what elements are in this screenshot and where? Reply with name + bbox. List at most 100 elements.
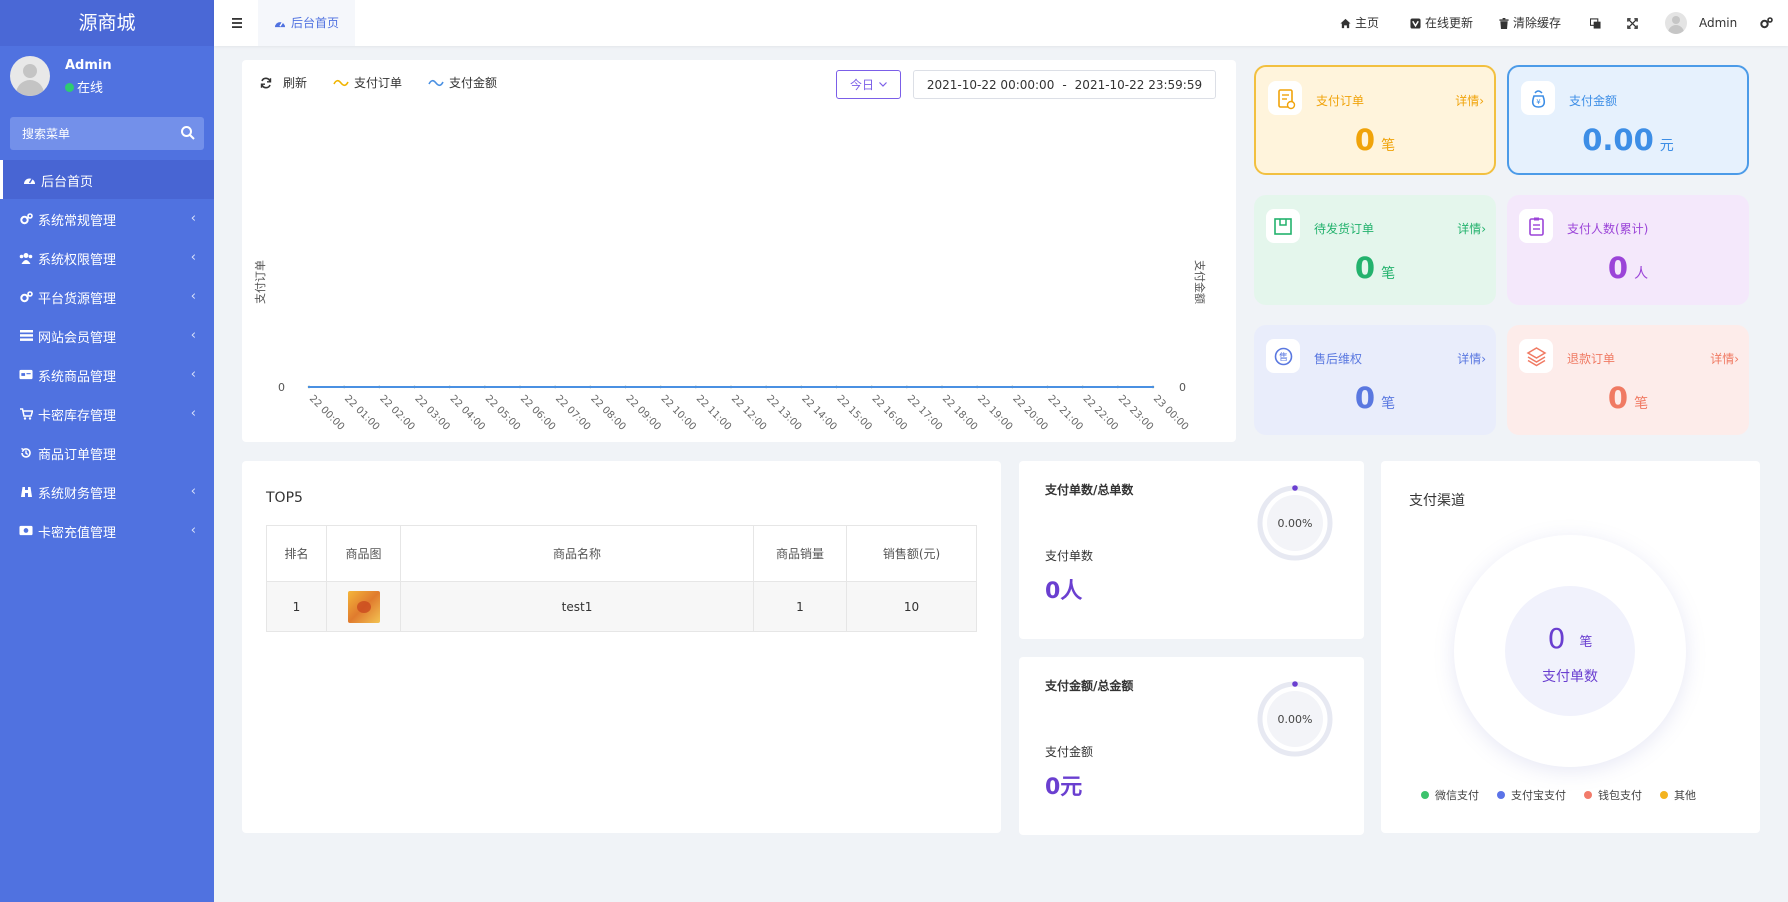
x-tick-label: 22 22:00 — [1081, 393, 1120, 432]
sidebar: 源商城 Admin 在线 后台首页 系统常规管理 ‹ 系统权限管理 ‹ 平台货源… — [0, 0, 214, 902]
x-tick-label: 22 11:00 — [694, 393, 733, 432]
cell-image — [326, 581, 401, 632]
stat-value: 0人 — [1507, 251, 1749, 285]
search-icon[interactable] — [180, 125, 196, 141]
menu-search — [10, 117, 204, 150]
data-point — [1116, 385, 1120, 389]
language-button[interactable] — [1590, 0, 1601, 46]
sidebar-item-orders[interactable]: 商品订单管理 — [0, 433, 214, 472]
sidebar-item-finance[interactable]: 系统财务管理 ‹ — [0, 472, 214, 511]
fullscreen-icon — [1627, 17, 1638, 29]
sidebar-item-label: 商品订单管理 — [38, 448, 117, 463]
column-header: 排名 — [266, 525, 327, 582]
progress-ring: 0.00% — [1257, 681, 1333, 757]
x-tick-label: 22 18:00 — [940, 393, 979, 432]
chevron-left-icon: ‹ — [190, 289, 196, 304]
stat-unit: 笔 — [1381, 266, 1396, 282]
sidebar-item-sources[interactable]: 平台货源管理 ‹ — [0, 277, 214, 316]
stat-card: 支付人数(累计) 0人 — [1507, 195, 1749, 305]
sidebar-item-members[interactable]: 网站会员管理 ‹ — [0, 316, 214, 355]
legend-item[interactable]: 支付宝支付 — [1497, 787, 1566, 803]
admin-menu[interactable]: Admin — [1665, 0, 1737, 46]
user-panel: Admin 在线 — [0, 46, 214, 110]
online-update-link[interactable]: 在线更新 — [1410, 0, 1473, 46]
sidebar-item-recharge[interactable]: 卡密充值管理 ‹ — [0, 511, 214, 550]
ratio-label: 支付金额 — [1045, 745, 1094, 759]
sidebar-item-general[interactable]: 系统常规管理 ‹ — [0, 199, 214, 238]
stat-unit: 笔 — [1634, 396, 1649, 412]
legend-label: 支付宝支付 — [1511, 789, 1566, 802]
settings-button[interactable] — [1760, 0, 1773, 46]
x-tick-label: 22 05:00 — [483, 393, 522, 432]
table-row[interactable]: 1 test1 1 10 — [266, 581, 977, 632]
stat-detail-link[interactable]: 详情› — [1457, 350, 1486, 367]
cogs-icon — [19, 212, 33, 225]
data-point — [729, 385, 733, 389]
update-icon — [1410, 17, 1421, 29]
home-link[interactable]: 主页 — [1340, 0, 1379, 46]
data-point — [518, 385, 522, 389]
x-tick-label: 22 17:00 — [905, 393, 944, 432]
channel-count: 0笔 — [1505, 622, 1635, 655]
sidebar-item-products[interactable]: 系统商品管理 ‹ — [0, 355, 214, 394]
user-status-text: 在线 — [77, 81, 104, 96]
stat-detail-link[interactable]: 详情› — [1457, 220, 1486, 237]
stat-title: 支付金额 — [1569, 94, 1618, 108]
menu-toggle-icon[interactable] — [230, 16, 244, 30]
data-point — [342, 385, 346, 389]
order-ratio-panel: 支付单数/总单数 支付单数 0人 0.00% — [1019, 461, 1364, 639]
top5-title: TOP5 — [266, 490, 303, 506]
stat-detail-link[interactable]: 详情› — [1710, 350, 1739, 367]
stat-card: 退款订单 详情› 0笔 — [1507, 325, 1749, 435]
stat-number: 0.00 — [1582, 123, 1654, 157]
stat-unit: 元 — [1659, 138, 1674, 154]
data-point — [553, 385, 557, 389]
svg-text:售: 售 — [1278, 351, 1287, 363]
legend-item[interactable]: 其他 — [1660, 787, 1696, 803]
tab-dashboard[interactable]: 后台首页 — [258, 0, 356, 46]
user-name: Admin — [65, 58, 112, 73]
legend-item[interactable]: 钱包支付 — [1584, 787, 1642, 803]
stat-detail-link[interactable]: 详情› — [1455, 92, 1484, 109]
ratio-percent: 0.00% — [1278, 517, 1313, 530]
after-sale-icon: 售 — [1266, 339, 1300, 373]
users-icon — [19, 251, 33, 264]
stat-title: 待发货订单 — [1314, 222, 1375, 236]
clear-cache-link[interactable]: 清除缓存 — [1499, 0, 1561, 46]
data-point — [1011, 385, 1014, 389]
order-chart-panel: 刷新 支付订单 支付金额 今日 2021-10-22 00:00:00 - 20… — [242, 60, 1236, 442]
home-icon — [1340, 18, 1351, 28]
ratio-title: 支付单数/总单数 — [1045, 483, 1134, 497]
data-point — [378, 385, 381, 389]
top5-panel: TOP5 排名 商品图 商品名称 商品销量 销售额(元) 1 test1 1 1… — [242, 461, 1001, 833]
stat-card: 售 售后维权 详情› 0笔 — [1254, 325, 1496, 435]
x-tick-label: 22 13:00 — [764, 393, 803, 432]
sidebar-item-dashboard[interactable]: 后台首页 — [0, 160, 214, 199]
progress-ring: 0.00% — [1257, 485, 1333, 561]
sidebar-item-permissions[interactable]: 系统权限管理 ‹ — [0, 238, 214, 277]
top-header: 后台首页 主页 在线更新 清除缓存 Admin — [214, 0, 1788, 46]
y-axis-label-right: 支付金额 — [1193, 260, 1207, 304]
clipboard-icon — [1268, 81, 1302, 115]
channel-title: 支付渠道 — [1409, 493, 1465, 509]
brand-logo[interactable]: 源商城 — [0, 0, 214, 46]
legend-item[interactable]: 微信支付 — [1421, 787, 1479, 803]
stat-card: 支付订单 详情› 0笔 — [1254, 65, 1496, 175]
cogs-icon — [1760, 17, 1773, 29]
data-point — [905, 385, 909, 389]
chevron-left-icon: ‹ — [190, 523, 196, 538]
sidebar-item-card-stock[interactable]: 卡密库存管理 ‹ — [0, 394, 214, 433]
fullscreen-button[interactable] — [1627, 0, 1638, 46]
legend-label: 其他 — [1674, 789, 1696, 802]
x-tick-label: 22 06:00 — [518, 393, 557, 432]
sidebar-item-label: 系统财务管理 — [38, 487, 117, 502]
online-dot-icon — [65, 83, 74, 92]
x-tick-label: 22 10:00 — [659, 393, 698, 432]
avatar[interactable] — [10, 56, 50, 96]
amount-ratio-panel: 支付金额/总金额 支付金额 0元 0.00% — [1019, 657, 1364, 835]
search-input[interactable] — [10, 117, 160, 150]
data-point — [413, 385, 416, 389]
product-thumbnail[interactable] — [347, 590, 380, 623]
data-point — [624, 385, 627, 389]
avatar — [1665, 12, 1687, 34]
